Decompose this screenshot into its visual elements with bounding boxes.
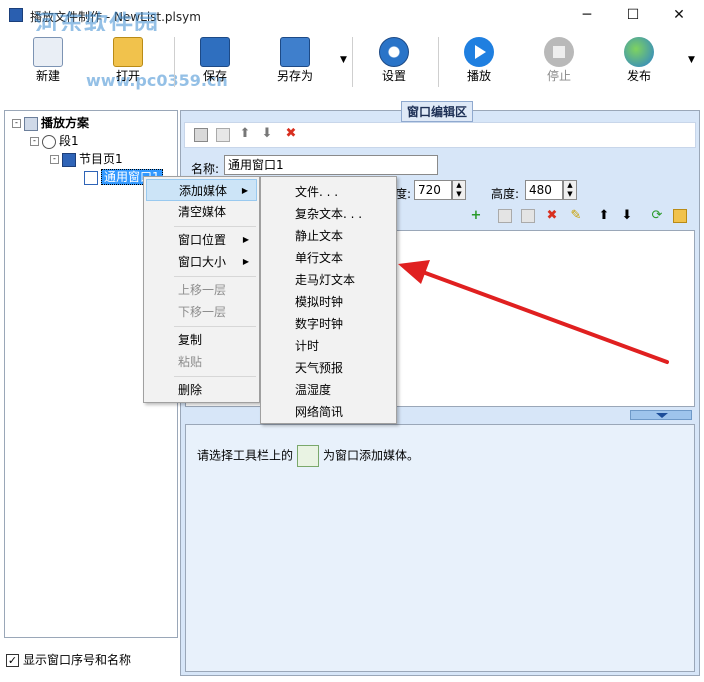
media-copy-icon[interactable] <box>498 209 512 223</box>
media-up-icon[interactable]: ⬆ <box>597 209 611 223</box>
collapse-icon[interactable]: - <box>30 137 39 146</box>
menu-move-up[interactable]: 上移一层 <box>146 279 257 301</box>
width-label: 度: <box>395 187 412 201</box>
width-input[interactable]: 720 <box>414 180 452 200</box>
arrow-down-icon[interactable]: ⬇ <box>260 127 274 141</box>
new-button[interactable]: 新建 <box>16 35 80 91</box>
hint-text: 请选择工具栏上的 为窗口添加媒体。 <box>197 445 419 467</box>
close-button[interactable]: ✕ <box>656 0 702 31</box>
tree-node-page[interactable]: - 节目页1 <box>50 151 123 167</box>
stop-icon <box>544 37 574 67</box>
menu-add-media[interactable]: 添加媒体 ▶ <box>146 179 257 201</box>
add-media-submenu: 文件. . . 复杂文本. . . 静止文本 单行文本 走马灯文本 模拟时钟 数… <box>260 176 397 424</box>
menu-paste[interactable]: 粘贴 <box>146 351 257 373</box>
arrow-up-icon[interactable]: ⬆ <box>238 127 252 141</box>
title-bar: 播放文件制作 - NewList.plsym 河东软件园 ─ ☐ ✕ <box>0 0 704 38</box>
panel-title: 窗口编辑区 <box>401 101 474 122</box>
submenu-marquee-text[interactable]: 走马灯文本 <box>263 269 394 291</box>
menu-separator <box>174 376 256 377</box>
gear-icon <box>379 37 409 67</box>
context-menu: 添加媒体 ▶ 清空媒体 窗口位置 ▶ 窗口大小 ▶ 上移一层 下移一层 复制 粘贴 删… <box>143 176 260 403</box>
submenu-temperature-humidity[interactable]: 温湿度 <box>263 379 394 401</box>
submenu-file[interactable]: 文件. . . <box>263 181 394 203</box>
save-button[interactable]: 保存 <box>183 35 247 91</box>
app-icon <box>9 8 23 22</box>
menu-separator <box>174 226 256 227</box>
folder-settings-icon[interactable] <box>673 209 687 223</box>
toolbar-separator <box>174 37 175 87</box>
publish-dropdown-arrow-icon[interactable]: ▼ <box>688 55 695 65</box>
menu-move-down[interactable]: 下移一层 <box>146 301 257 323</box>
new-file-icon <box>33 37 63 67</box>
refresh-icon[interactable]: ⟳ <box>650 209 664 223</box>
submenu-complex-text[interactable]: 复杂文本. . . <box>263 203 394 225</box>
submenu-arrow-icon: ▶ <box>242 257 249 266</box>
save-as-dropdown-arrow-icon[interactable]: ▼ <box>340 55 347 65</box>
media-paste-icon[interactable] <box>521 209 535 223</box>
add-media-icon[interactable]: + <box>469 209 483 223</box>
open-button[interactable]: 打开 <box>96 35 160 91</box>
menu-separator <box>174 276 256 277</box>
show-window-names-checkbox[interactable]: ✓ 显示窗口序号和名称 <box>6 651 131 668</box>
toolbar-separator <box>352 37 353 87</box>
menu-separator <box>174 326 256 327</box>
stop-button[interactable]: 停止 <box>527 35 591 91</box>
brush-icon[interactable]: ✎ <box>569 209 583 223</box>
clock-icon <box>42 134 56 149</box>
menu-copy[interactable]: 复制 <box>146 329 257 351</box>
save-as-button[interactable]: 另存为 <box>263 35 327 91</box>
checkmark-icon: ✓ <box>6 654 19 667</box>
submenu-weather[interactable]: 天气预报 <box>263 357 394 379</box>
submenu-static-text[interactable]: 静止文本 <box>263 225 394 247</box>
scheme-icon <box>24 116 38 131</box>
play-button[interactable]: 播放 <box>447 35 511 91</box>
window-icon <box>84 170 98 185</box>
media-down-icon[interactable]: ⬇ <box>620 209 634 223</box>
menu-clear-media[interactable]: 清空媒体 <box>146 201 257 223</box>
submenu-timer[interactable]: 计时 <box>263 335 394 357</box>
window-name-input[interactable]: 通用窗口1 <box>224 155 438 175</box>
collapse-icon[interactable]: - <box>50 155 59 164</box>
globe-icon <box>624 37 654 67</box>
save-as-icon <box>280 37 310 67</box>
width-spinner[interactable]: ▲ ▼ <box>452 180 466 200</box>
name-label: 名称: <box>191 162 220 176</box>
paste-icon[interactable] <box>216 128 230 142</box>
submenu-news-brief[interactable]: 网络简讯 <box>263 401 394 423</box>
submenu-single-line-text[interactable]: 单行文本 <box>263 247 394 269</box>
settings-button[interactable]: 设置 <box>362 35 426 91</box>
menu-window-size[interactable]: 窗口大小 ▶ <box>146 251 257 273</box>
minimize-button[interactable]: ─ <box>564 0 610 31</box>
collapse-icon[interactable]: - <box>12 119 21 128</box>
submenu-arrow-icon: ▶ <box>242 235 249 244</box>
maximize-button[interactable]: ☐ <box>610 0 656 31</box>
folder-icon <box>113 37 143 67</box>
main-toolbar: www.pc0359.cn 新建 打开 保存 另存为 ▼ 设置 播放 停止 发布… <box>0 31 704 93</box>
height-spinner[interactable]: ▲ ▼ <box>563 180 577 200</box>
play-icon <box>464 37 494 67</box>
menu-delete[interactable]: 删除 <box>146 379 257 401</box>
submenu-digital-clock[interactable]: 数字时钟 <box>263 313 394 335</box>
submenu-arrow-icon: ▶ <box>241 186 248 195</box>
copy-icon[interactable] <box>194 128 208 142</box>
media-delete-icon[interactable]: ✖ <box>545 209 559 223</box>
floppy-disk-icon <box>200 37 230 67</box>
toolbar-separator <box>438 37 439 87</box>
add-media-hint-icon <box>297 445 320 467</box>
publish-button[interactable]: 发布 <box>607 35 671 91</box>
menu-window-position[interactable]: 窗口位置 ▶ <box>146 229 257 251</box>
tree-node-segment[interactable]: - 段1 <box>30 133 79 149</box>
page-icon <box>62 152 76 167</box>
delete-icon[interactable]: ✖ <box>284 127 298 141</box>
height-label: 高度: <box>491 187 520 201</box>
submenu-analog-clock[interactable]: 模拟时钟 <box>263 291 394 313</box>
tree-node-root[interactable]: - 播放方案 <box>12 115 89 131</box>
collapse-splitter[interactable] <box>630 410 692 420</box>
height-input[interactable]: 480 <box>525 180 563 200</box>
